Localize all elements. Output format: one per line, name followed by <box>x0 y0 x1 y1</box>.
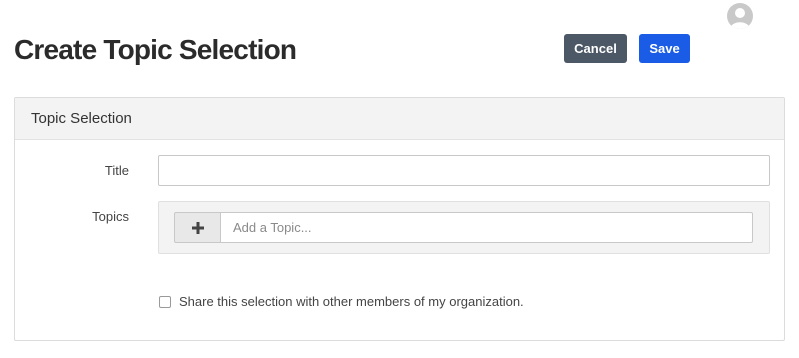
add-topic-button[interactable] <box>174 212 220 243</box>
cancel-button[interactable]: Cancel <box>564 34 627 63</box>
page-title: Create Topic Selection <box>14 34 297 65</box>
share-label: Share this selection with other members … <box>179 294 524 309</box>
user-avatar-icon[interactable] <box>727 3 753 29</box>
topics-box <box>158 201 770 254</box>
topics-label: Topics <box>92 209 129 224</box>
topic-selection-panel: Topic Selection Title Topics Share this … <box>14 97 785 341</box>
plus-icon <box>191 221 204 234</box>
title-input[interactable] <box>158 155 770 186</box>
title-label: Title <box>104 163 129 178</box>
create-topic-selection-page: Create Topic Selection Cancel Save Topic… <box>0 0 799 358</box>
share-row: Share this selection with other members … <box>158 294 524 309</box>
save-button[interactable]: Save <box>639 34 690 63</box>
add-topic-input[interactable] <box>220 212 753 243</box>
panel-heading: Topic Selection <box>15 98 784 140</box>
share-checkbox[interactable] <box>159 295 171 308</box>
